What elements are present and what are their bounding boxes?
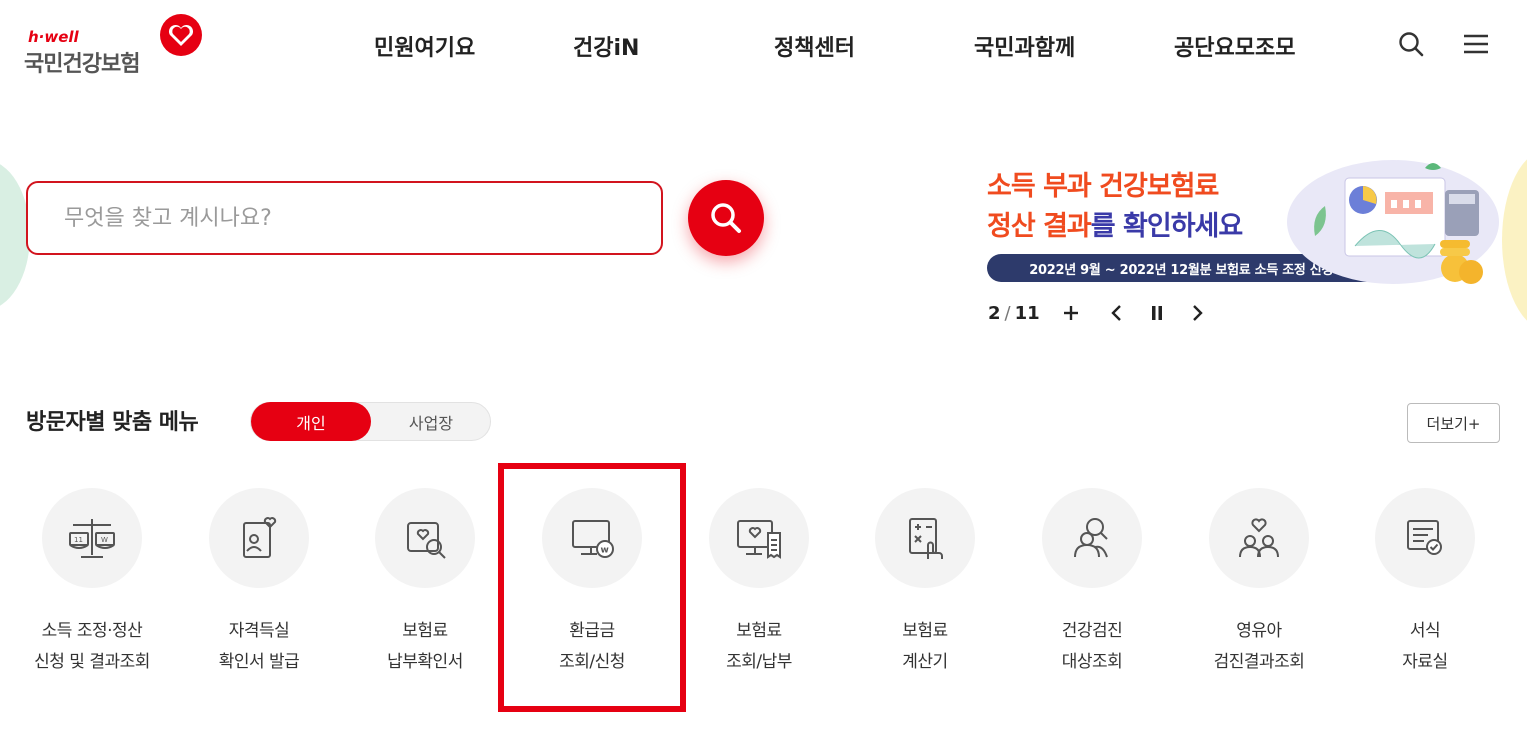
scale-icon: 11 W xyxy=(69,519,115,558)
label-line: 서식 xyxy=(1409,621,1441,641)
quick-menu-premium-calculator[interactable]: 보험료계산기 xyxy=(842,488,1008,688)
calculator-icon xyxy=(909,518,943,559)
nav-health-in[interactable]: 건강iN xyxy=(573,30,639,62)
label-line: 조회/신청 xyxy=(559,652,625,672)
quick-menu-income-adjust[interactable]: 11 W 소득 조정·정산신청 및 결과조회 xyxy=(9,488,175,688)
label-line: 대상조회 xyxy=(1061,652,1123,672)
quick-menu-payment-cert[interactable]: 보험료납부확인서 xyxy=(342,488,508,688)
quick-menu-label: 보험료조회/납부 xyxy=(676,616,842,678)
right-decoration xyxy=(1502,150,1527,330)
label-line: 보험료 xyxy=(402,621,448,641)
label-line: 보험료 xyxy=(736,621,782,641)
monitor-won-icon: w xyxy=(572,520,614,558)
id-card-heart-icon xyxy=(243,517,277,558)
quick-menu-label: 건강검진대상조회 xyxy=(1009,616,1175,678)
quick-menu-premium-inquiry[interactable]: 보험료조회/납부 xyxy=(676,488,842,688)
label-line: 계산기 xyxy=(902,652,948,672)
nav-civil-service[interactable]: 민원여기요 xyxy=(374,30,475,62)
label-line: 납부확인서 xyxy=(387,652,463,672)
hamburger-menu-icon[interactable] xyxy=(1462,30,1490,58)
nav-with-citizens[interactable]: 국민과함께 xyxy=(974,30,1075,62)
document-search-icon xyxy=(407,522,446,559)
svg-text:11: 11 xyxy=(74,536,83,544)
visitor-type-toggle: 개인 사업장 xyxy=(250,402,491,441)
slide-separator: / xyxy=(1004,302,1011,324)
label-line: 소득 조정·정산 xyxy=(41,621,143,641)
quick-menu-infant-checkup[interactable]: 영유아검진결과조회 xyxy=(1176,488,1342,688)
banner-slider-controls: 2/11 xyxy=(988,298,1226,328)
banner-text-part: 정산 결과 xyxy=(987,211,1092,242)
search-icon xyxy=(711,203,741,233)
banner-text-part: 확인하세요 xyxy=(1123,211,1243,242)
label-line: 검진결과조회 xyxy=(1213,652,1305,672)
quick-menu-icon-circle xyxy=(709,488,809,588)
quick-menu-icon-circle: w xyxy=(542,488,642,588)
banner-text-part: 를 xyxy=(1090,211,1124,242)
quick-menu-checkup-target[interactable]: 건강검진대상조회 xyxy=(1009,488,1175,688)
quick-menu-eligibility-cert[interactable]: 자격득실확인서 발급 xyxy=(176,488,342,688)
promo-banner[interactable]: 소득 부과 건강보험료 정산 결과를 확인하세요 2022년 9월 ~ 2022… xyxy=(985,150,1505,290)
logo-title: 국민건강보험 xyxy=(24,52,140,77)
tab-individual[interactable]: 개인 xyxy=(251,402,371,441)
prev-slide-icon[interactable] xyxy=(1106,302,1128,324)
heart-logo-icon xyxy=(160,14,202,56)
quick-menu-refund[interactable]: w 환급금조회/신청 xyxy=(509,488,675,688)
nav-policy-center[interactable]: 정책센터 xyxy=(774,30,855,62)
svg-text:w: w xyxy=(601,546,609,556)
plus-icon[interactable] xyxy=(1060,302,1082,324)
quick-menu-label: 환급금조회/신청 xyxy=(509,616,675,678)
slide-current: 2 xyxy=(988,302,1001,324)
search-button[interactable] xyxy=(688,180,764,256)
quick-menu-label: 서식자료실 xyxy=(1342,616,1508,678)
monitor-receipt-icon xyxy=(737,520,781,559)
label-line: 건강검진 xyxy=(1061,621,1123,641)
quick-menu-label: 보험료납부확인서 xyxy=(342,616,508,678)
nav-about-agency[interactable]: 공단요모조모 xyxy=(1174,30,1295,62)
label-line: 자격득실 xyxy=(228,621,290,641)
slide-counter: 2/11 xyxy=(988,303,1040,324)
label-line: 확인서 발급 xyxy=(218,652,300,672)
quick-menu-form-library[interactable]: 서식자료실 xyxy=(1342,488,1508,688)
label-line: 조회/납부 xyxy=(726,652,792,672)
more-button[interactable]: 더보기+ xyxy=(1407,403,1500,443)
quick-menu-icon-circle xyxy=(1209,488,1309,588)
quick-menu-icon-circle xyxy=(1375,488,1475,588)
search-input[interactable] xyxy=(28,183,661,253)
quick-menu-icon-circle xyxy=(375,488,475,588)
quick-menu-label: 영유아검진결과조회 xyxy=(1176,616,1342,678)
label-line: 신청 및 결과조회 xyxy=(34,652,150,672)
tab-business[interactable]: 사업장 xyxy=(371,403,491,440)
label-line: 환급금 xyxy=(569,621,615,641)
person-search-icon xyxy=(1074,518,1108,558)
quick-menu-icon-circle xyxy=(1042,488,1142,588)
site-logo[interactable]: h·well 국민건강보험 xyxy=(24,12,209,77)
search-icon[interactable] xyxy=(1397,30,1425,58)
slide-total: 11 xyxy=(1014,302,1040,324)
quick-menu-label: 소득 조정·정산신청 및 결과조회 xyxy=(9,616,175,678)
label-line: 자료실 xyxy=(1402,652,1448,672)
quick-menu-icon-circle xyxy=(875,488,975,588)
form-document-icon xyxy=(1407,520,1442,555)
quick-menu-label: 보험료계산기 xyxy=(842,616,1008,678)
quick-menu-label: 자격득실확인서 발급 xyxy=(176,616,342,678)
svg-text:W: W xyxy=(101,536,108,544)
report-illustration-icon xyxy=(1287,160,1499,284)
search-box xyxy=(26,181,663,255)
label-line: 영유아 xyxy=(1236,621,1282,641)
quick-menu-icon-circle: 11 W xyxy=(42,488,142,588)
family-heart-icon xyxy=(1239,518,1279,558)
label-line: 보험료 xyxy=(902,621,948,641)
pause-icon[interactable] xyxy=(1146,302,1168,324)
banner-headline-2: 정산 결과를 확인하세요 xyxy=(987,204,1243,243)
banner-headline-1: 소득 부과 건강보험료 xyxy=(987,171,1219,202)
quick-menu-icon-circle xyxy=(209,488,309,588)
visitor-menu-title: 방문자별 맞춤 메뉴 xyxy=(26,410,199,435)
next-slide-icon[interactable] xyxy=(1186,302,1208,324)
logo-subtitle: h·well xyxy=(28,28,79,46)
